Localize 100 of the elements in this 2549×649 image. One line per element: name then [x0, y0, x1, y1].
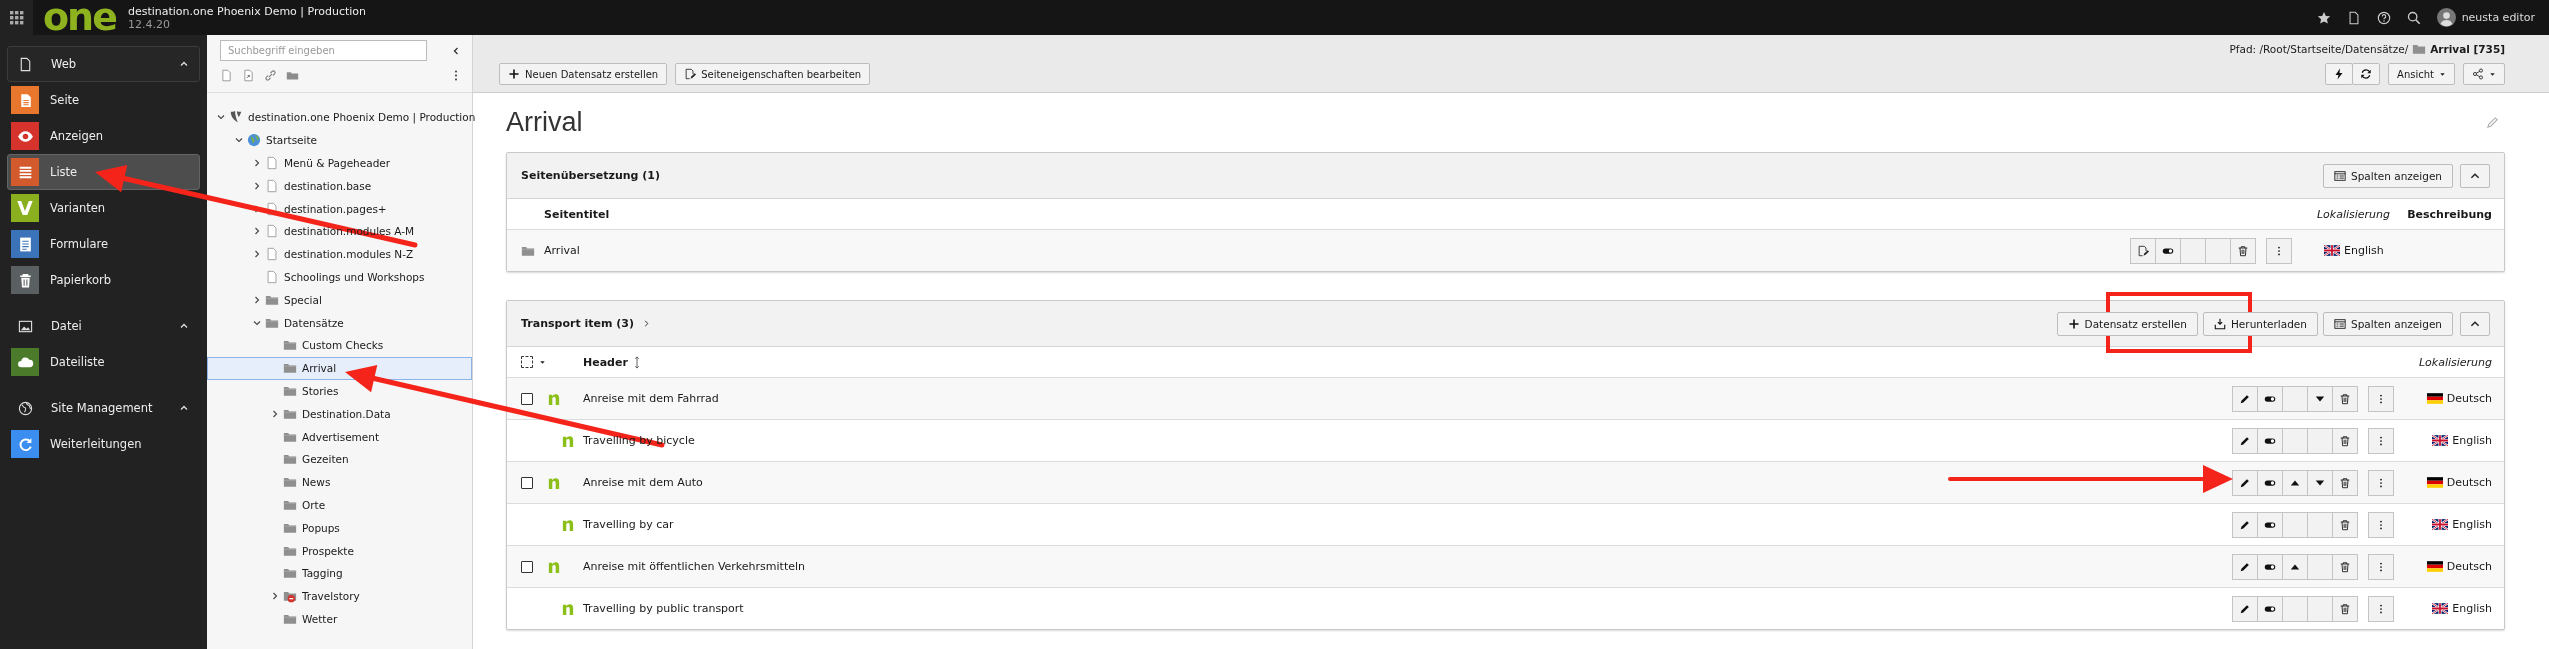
- edit-page-button[interactable]: Seiteneigenschaften bearbeiten: [675, 63, 871, 85]
- link-icon[interactable]: [264, 69, 277, 82]
- module-group-header[interactable]: Datei: [7, 308, 200, 344]
- chevron-right-icon[interactable]: [252, 249, 262, 260]
- table-cell-text: Anreise mit dem Auto: [583, 476, 704, 489]
- row-checkbox[interactable]: [521, 392, 533, 405]
- module-item[interactable]: Anzeigen: [7, 118, 200, 154]
- row-checkbox[interactable]: [521, 476, 533, 489]
- language-label: English: [2452, 602, 2492, 615]
- create-record-button[interactable]: Datensatz erstellen: [2056, 311, 2198, 336]
- delete-button[interactable]: [2332, 511, 2358, 538]
- trash-icon: [2339, 476, 2351, 489]
- help-icon[interactable]: [2376, 10, 2391, 25]
- trash-icon: [2339, 392, 2351, 405]
- chevron-right-icon[interactable]: [270, 591, 280, 602]
- caret-icon[interactable]: [539, 358, 546, 366]
- visibility-toggle[interactable]: [2257, 595, 2283, 622]
- letter-icon: V: [11, 194, 39, 222]
- module-item[interactable]: V Varianten: [7, 190, 200, 226]
- tree-item[interactable]: Tagging: [207, 561, 472, 585]
- edit-button[interactable]: [2232, 469, 2258, 496]
- reload-button[interactable]: [2352, 63, 2381, 85]
- chevron-left-icon[interactable]: [451, 45, 461, 56]
- module-item[interactable]: Weiterleitungen: [7, 426, 200, 462]
- visibility-toggle[interactable]: [2155, 237, 2181, 264]
- tree-item[interactable]: Startseite: [207, 128, 472, 152]
- tree-item[interactable]: Datensätze: [207, 311, 472, 334]
- tree-item[interactable]: destination.modules N-Z: [207, 242, 472, 266]
- module-group-header[interactable]: Web: [7, 46, 200, 82]
- delete-button[interactable]: [2332, 469, 2358, 496]
- search-field[interactable]: Suchbegriff eingeben: [220, 40, 427, 61]
- visibility-toggle[interactable]: [2257, 511, 2283, 538]
- tree-item[interactable]: Travelstory: [207, 584, 472, 608]
- tree-item[interactable]: Custom Checks: [207, 333, 472, 357]
- new-record-button[interactable]: Neuen Datensatz erstellen: [499, 63, 668, 85]
- move-up-button[interactable]: [2282, 469, 2308, 496]
- delete-button[interactable]: [2332, 385, 2358, 412]
- delete-button[interactable]: [2332, 427, 2358, 454]
- page-shortcut-icon[interactable]: [242, 69, 255, 82]
- edit-button[interactable]: [2232, 511, 2258, 538]
- visibility-toggle[interactable]: [2257, 427, 2283, 454]
- tree-item[interactable]: Prospekte: [207, 539, 472, 562]
- tree-item[interactable]: Schoolings und Workshops: [207, 265, 472, 289]
- tree-item[interactable]: Arrival: [207, 356, 472, 380]
- show-columns-button[interactable]: Spalten anzeigen: [2323, 311, 2453, 336]
- move-down-button[interactable]: [2307, 385, 2333, 412]
- delete-button[interactable]: [2230, 237, 2256, 264]
- tree-item[interactable]: Special: [207, 288, 472, 312]
- user-menu-button[interactable]: neusta editor: [2436, 8, 2535, 27]
- select-all-checkbox[interactable]: [521, 356, 533, 368]
- edit-button[interactable]: [2232, 553, 2258, 580]
- tree-item[interactable]: Orte: [207, 493, 472, 517]
- panel-title-link[interactable]: Transport item (3): [521, 317, 651, 330]
- visibility-toggle[interactable]: [2257, 553, 2283, 580]
- tree-item[interactable]: Gezeiten: [207, 447, 472, 471]
- document-icon[interactable]: [2346, 10, 2361, 25]
- tree-item[interactable]: destination.base: [207, 174, 472, 198]
- delete-button[interactable]: [2332, 553, 2358, 580]
- module-group-header[interactable]: Site Management: [7, 390, 200, 426]
- row-checkbox[interactable]: [521, 560, 533, 573]
- edit-button[interactable]: [2232, 385, 2258, 412]
- tree-item[interactable]: Destination.Data: [207, 402, 472, 426]
- chevron-right-icon[interactable]: [252, 294, 262, 305]
- module-item[interactable]: Liste: [7, 154, 200, 190]
- chevron-right-icon[interactable]: [252, 226, 262, 237]
- visibility-toggle[interactable]: [2257, 469, 2283, 496]
- delete-button[interactable]: [2332, 595, 2358, 622]
- tree-item[interactable]: Advertisement: [207, 425, 472, 448]
- download-button[interactable]: Herunterladen: [2202, 311, 2318, 336]
- star-icon[interactable]: [2316, 10, 2331, 25]
- move-down-button[interactable]: [2307, 469, 2333, 496]
- current-page-label: Arrival [735]: [2430, 43, 2505, 55]
- show-columns-button[interactable]: Spalten anzeigen: [2323, 163, 2453, 188]
- edit-page-icon: [2137, 244, 2149, 257]
- column-header[interactable]: Header: [583, 355, 2394, 369]
- language-label: Deutsch: [2446, 476, 2492, 489]
- move-up-button[interactable]: [2282, 553, 2308, 580]
- module-item[interactable]: Seite: [7, 82, 200, 118]
- chevron-right-icon[interactable]: [252, 158, 262, 168]
- tree-item[interactable]: Stories: [207, 379, 472, 403]
- tree-item[interactable]: destination.pages+: [207, 197, 472, 220]
- folder-icon[interactable]: [286, 69, 299, 82]
- module-item[interactable]: Formulare: [7, 226, 200, 262]
- tree-item[interactable]: Menü & Pageheader: [207, 151, 472, 175]
- edit-button[interactable]: [2232, 595, 2258, 622]
- share-dropdown[interactable]: [2463, 63, 2505, 85]
- search-icon[interactable]: [2406, 10, 2421, 25]
- tree-item[interactable]: Popups: [207, 516, 472, 540]
- module-item[interactable]: Dateiliste: [7, 344, 200, 380]
- chevron-right-icon[interactable]: [270, 408, 280, 419]
- tree-item[interactable]: Wetter: [207, 607, 472, 631]
- module-item[interactable]: Papierkorb: [7, 262, 200, 298]
- view-dropdown[interactable]: Ansicht: [2388, 63, 2455, 85]
- clear-cache-button[interactable]: [2325, 63, 2354, 85]
- chevron-right-icon[interactable]: [252, 180, 262, 191]
- tree-item[interactable]: News: [207, 470, 472, 494]
- app-menu-button[interactable]: [0, 0, 33, 35]
- more-icon[interactable]: [454, 69, 458, 82]
- visibility-toggle[interactable]: [2257, 385, 2283, 412]
- edit-button[interactable]: [2232, 427, 2258, 454]
